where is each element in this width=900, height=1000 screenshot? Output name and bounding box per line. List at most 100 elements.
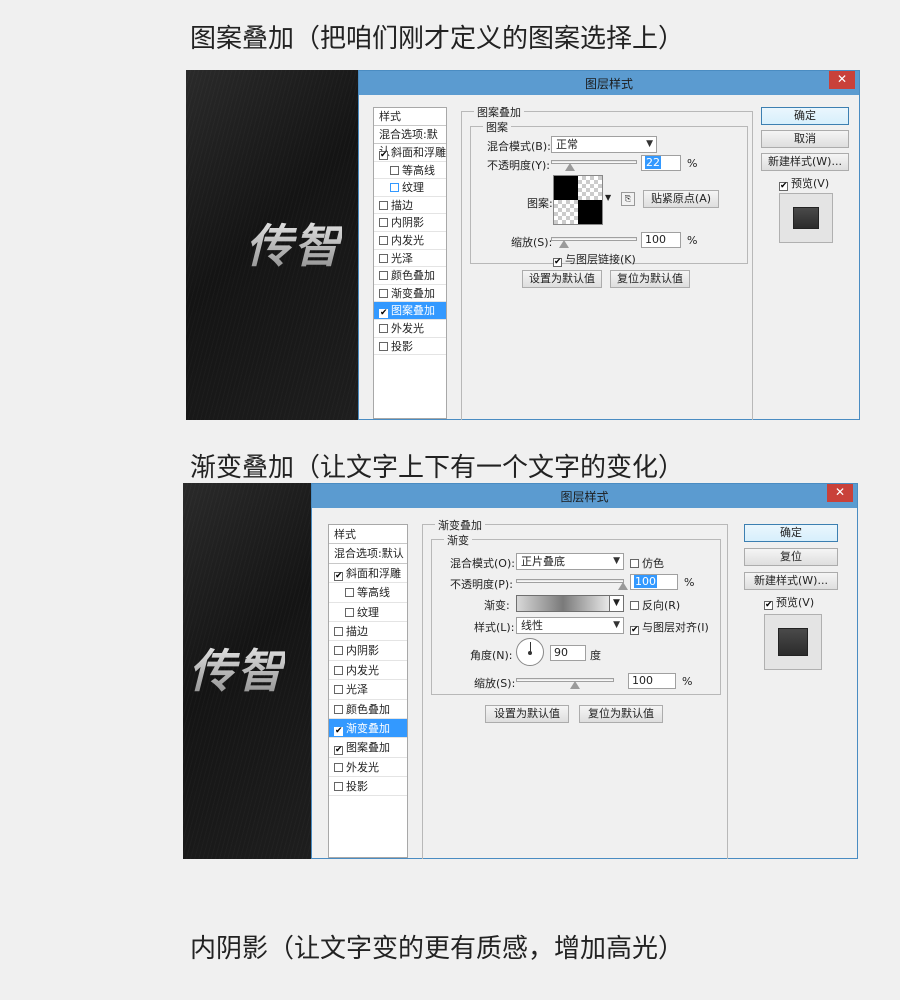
blend-mode-select[interactable]: 正片叠底 ▼ <box>516 553 624 570</box>
gradient-dropdown-icon[interactable]: ▼ <box>609 595 624 612</box>
checkbox[interactable] <box>334 665 343 675</box>
slider-thumb[interactable] <box>565 163 576 171</box>
ok-button[interactable]: 确定 <box>761 107 849 125</box>
new-preset-icon[interactable]: ⎘ <box>621 192 635 206</box>
checkbox[interactable] <box>379 271 388 281</box>
close-button[interactable]: ✕ <box>827 484 853 502</box>
checkbox[interactable] <box>345 588 354 598</box>
checkbox[interactable] <box>379 341 388 351</box>
preview-checkbox[interactable]: ✔ 预览(V) <box>779 175 829 191</box>
reset-default-button[interactable]: 复位为默认值 <box>610 270 690 288</box>
checkbox[interactable] <box>379 235 388 245</box>
reset-button[interactable]: 复位 <box>744 548 838 566</box>
scale-slider[interactable] <box>551 237 637 248</box>
style-item-satin[interactable]: 光泽 <box>374 250 446 268</box>
style-item-stroke[interactable]: 描边 <box>374 197 446 215</box>
style-item-pattern-overlay[interactable]: ✔ 图案叠加 <box>329 738 407 758</box>
reverse-checkbox[interactable]: 反向(R) <box>630 597 680 613</box>
align-with-layer-checkbox[interactable]: ✔ 与图层对齐(I) <box>630 619 709 635</box>
blend-mode-select[interactable]: 正常 ▼ <box>551 136 657 153</box>
style-item-satin[interactable]: 光泽 <box>329 680 407 700</box>
scale-input[interactable]: 100 <box>628 673 676 689</box>
close-button[interactable]: ✕ <box>829 71 855 89</box>
opacity-slider[interactable] <box>551 160 637 171</box>
checkbox[interactable] <box>334 685 343 695</box>
set-default-button[interactable]: 设置为默认值 <box>485 705 569 723</box>
checkbox-checked[interactable]: ✔ <box>379 309 388 319</box>
checkbox-checked[interactable]: ✔ <box>334 726 343 736</box>
angle-dial[interactable] <box>516 638 544 666</box>
style-item-color-overlay[interactable]: 颜色叠加 <box>329 700 407 719</box>
snap-to-origin-button[interactable]: 贴紧原点(A) <box>643 190 719 208</box>
style-list-header[interactable]: 样式 <box>374 108 446 126</box>
gradient-preview-bar[interactable] <box>516 595 610 612</box>
style-item-drop-shadow[interactable]: 投影 <box>329 777 407 797</box>
style-item-color-overlay[interactable]: 颜色叠加 <box>374 267 446 285</box>
checkbox[interactable] <box>379 218 388 228</box>
checkbox[interactable] <box>334 646 343 656</box>
reset-default-button[interactable]: 复位为默认值 <box>579 705 663 723</box>
opacity-input[interactable]: 22 <box>641 155 681 171</box>
checkbox[interactable] <box>379 253 388 263</box>
blend-options-default[interactable]: 混合选项:默认 <box>329 544 407 564</box>
checkbox[interactable] <box>390 183 399 193</box>
checkbox[interactable] <box>379 200 388 210</box>
style-item-gradient-overlay[interactable]: ✔ 渐变叠加 <box>329 718 407 739</box>
checkbox-checked[interactable]: ✔ <box>379 151 388 160</box>
checkbox-checked[interactable]: ✔ <box>779 182 788 191</box>
dither-checkbox[interactable]: 仿色 <box>630 555 664 571</box>
checkbox[interactable] <box>345 607 354 617</box>
checkbox[interactable] <box>334 626 343 636</box>
style-item-bevel[interactable]: ✔ 斜面和浮雕 <box>329 564 407 584</box>
set-default-button[interactable]: 设置为默认值 <box>522 270 602 288</box>
style-item-drop-shadow[interactable]: 投影 <box>374 338 446 356</box>
style-item-stroke[interactable]: 描边 <box>329 622 407 642</box>
style-item-contour[interactable]: 等高线 <box>374 162 446 180</box>
checkbox[interactable] <box>334 782 343 792</box>
style-item-texture[interactable]: 纹理 <box>329 603 407 622</box>
opacity-input[interactable]: 100 <box>630 574 678 590</box>
checkbox[interactable] <box>334 762 343 772</box>
preview-checkbox[interactable]: ✔ 预览(V) <box>764 594 814 610</box>
blend-options-default[interactable]: 混合选项:默认 <box>374 126 446 158</box>
checkbox-checked[interactable]: ✔ <box>553 258 562 267</box>
style-item-gradient-overlay[interactable]: 渐变叠加 <box>374 285 446 303</box>
checkbox[interactable] <box>630 559 639 568</box>
checkbox-checked[interactable]: ✔ <box>764 601 773 610</box>
pattern-label: 图案: <box>527 197 553 210</box>
slider-thumb[interactable] <box>569 681 580 689</box>
scale-input[interactable]: 100 <box>641 232 681 248</box>
scale-slider[interactable] <box>516 678 614 689</box>
angle-input[interactable]: 90 <box>550 645 586 661</box>
style-item-inner-glow[interactable]: 内发光 <box>329 661 407 681</box>
checkbox[interactable] <box>390 165 399 175</box>
checkbox[interactable] <box>630 601 639 610</box>
style-item-inner-shadow[interactable]: 内阴影 <box>374 214 446 232</box>
checkbox-checked[interactable]: ✔ <box>630 626 639 635</box>
style-item-pattern-overlay[interactable]: ✔ 图案叠加 <box>374 302 446 320</box>
checkbox-checked[interactable]: ✔ <box>334 746 343 756</box>
style-list-header[interactable]: 样式 <box>329 525 407 545</box>
opacity-slider[interactable] <box>516 579 628 590</box>
style-item-contour[interactable]: 等高线 <box>329 583 407 603</box>
style-item-bevel[interactable]: ✔ 斜面和浮雕 <box>374 144 446 162</box>
checkbox[interactable] <box>379 323 388 333</box>
pattern-swatch[interactable] <box>553 175 603 225</box>
cancel-button[interactable]: 取消 <box>761 130 849 148</box>
slider-thumb[interactable] <box>618 582 628 590</box>
gradient-style-select[interactable]: 线性 ▼ <box>516 617 624 634</box>
checkbox[interactable] <box>379 288 388 298</box>
pattern-dropdown-icon[interactable]: ▼ <box>605 193 611 202</box>
new-style-button[interactable]: 新建样式(W)... <box>761 153 849 171</box>
new-style-button[interactable]: 新建样式(W)... <box>744 572 838 590</box>
link-with-layer-checkbox[interactable]: ✔ 与图层链接(K) <box>553 251 636 267</box>
ok-button[interactable]: 确定 <box>744 524 838 542</box>
checkbox-checked[interactable]: ✔ <box>334 571 343 581</box>
slider-thumb[interactable] <box>558 240 569 248</box>
style-item-inner-shadow[interactable]: 内阴影 <box>329 641 407 661</box>
checkbox[interactable] <box>334 704 343 714</box>
style-item-outer-glow[interactable]: 外发光 <box>329 758 407 778</box>
style-item-outer-glow[interactable]: 外发光 <box>374 320 446 338</box>
style-item-texture[interactable]: 纹理 <box>374 179 446 197</box>
style-item-inner-glow[interactable]: 内发光 <box>374 232 446 250</box>
